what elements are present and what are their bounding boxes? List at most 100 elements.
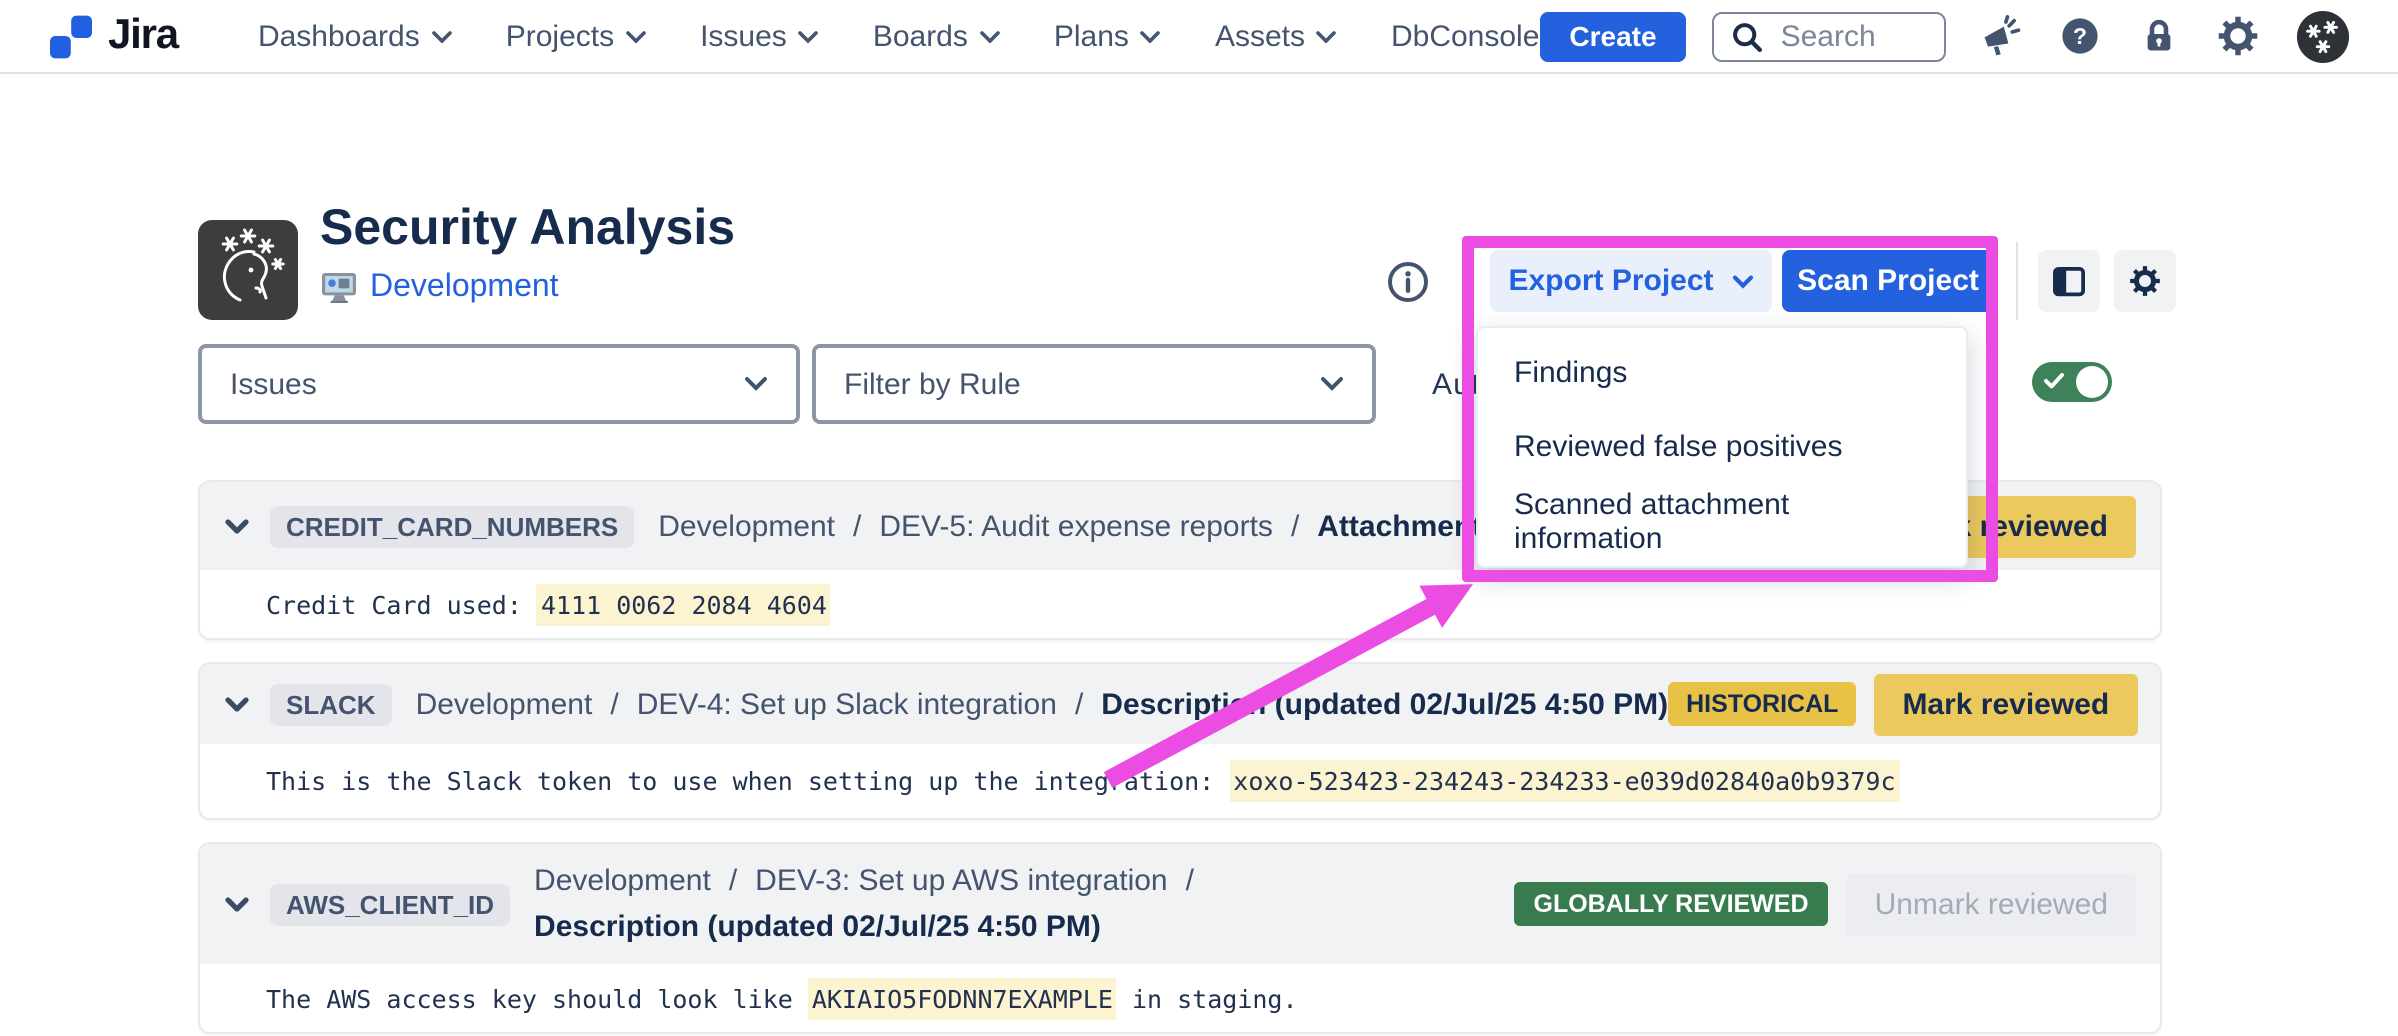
breadcrumb-issue: DEV-3: Set up AWS integration	[755, 864, 1167, 898]
auto-hide-reviewed-toggle[interactable]	[2032, 362, 2112, 402]
nav-item-dbconsole[interactable]: DbConsole	[1391, 19, 1539, 53]
chevron-down-icon	[1732, 273, 1754, 289]
finding-body: Credit Card used: 4111 0062 2084 4604	[200, 570, 2160, 638]
info-icon[interactable]	[1386, 260, 1430, 304]
search-box	[1713, 11, 1946, 61]
rule-filter-value: Filter by Rule	[844, 367, 1021, 401]
issues-select[interactable]: Issues	[198, 344, 800, 424]
sidebar-layout-icon	[2052, 265, 2086, 297]
breadcrumb: Development / DEV-3: Set up AWS integratio…	[534, 858, 1212, 950]
page-title: Security Analysis	[320, 200, 735, 258]
project-avatar	[198, 220, 298, 320]
export-project-button[interactable]: Export Project	[1490, 250, 1772, 312]
details-panel-button[interactable]	[2038, 250, 2100, 312]
breadcrumb-location: Description (updated 02/Jul/25 4:50 PM)	[534, 904, 1212, 950]
project-link[interactable]: Development	[370, 270, 559, 306]
breadcrumb-location: Description (updated 02/Jul/25 4:50 PM)	[1101, 687, 1668, 721]
export-menu-item-scanned-attachment-info[interactable]: Scanned attachment information	[1478, 484, 1966, 558]
monitor-icon	[320, 272, 358, 304]
nav-item-label: Assets	[1215, 19, 1305, 53]
nav-item-label: DbConsole	[1391, 19, 1539, 53]
breadcrumb-separator: /	[1075, 687, 1083, 721]
top-nav: Jira Dashboards Projects Issues Boards P…	[0, 0, 2398, 74]
finding-header: AWS_CLIENT_ID Development / DEV-3: Set up …	[200, 844, 2160, 964]
collapse-chevron-icon[interactable]	[224, 695, 250, 713]
collapse-chevron-icon[interactable]	[224, 517, 250, 535]
breadcrumb-project: Development	[534, 864, 711, 898]
rule-badge: AWS_CLIENT_ID	[270, 883, 510, 925]
user-avatar[interactable]	[2296, 9, 2350, 63]
rule-badge: CREDIT_CARD_NUMBERS	[270, 505, 634, 547]
jira-logo-icon	[48, 13, 94, 59]
globally-reviewed-badge: GLOBALLY REVIEWED	[1514, 882, 1829, 926]
finding-text: The AWS access key should look like	[266, 983, 808, 1013]
jira-logo-text: Jira	[108, 12, 178, 60]
finding-header: SLACK Development / DEV-4: Set up Slack in…	[200, 664, 2160, 744]
collapse-chevron-icon[interactable]	[224, 895, 250, 913]
breadcrumb-separator: /	[853, 509, 861, 543]
breadcrumb-separator: /	[1291, 509, 1299, 543]
breadcrumb-separator: /	[1186, 864, 1194, 898]
nav-item-label: Dashboards	[258, 19, 420, 53]
rule-filter-select[interactable]: Filter by Rule	[812, 344, 1376, 424]
nav-icon-group: ?	[1976, 9, 2350, 63]
nav-item-label: Boards	[873, 19, 968, 53]
page-settings-button[interactable]	[2114, 250, 2176, 312]
gear-icon[interactable]	[2216, 14, 2260, 58]
export-menu: Findings Reviewed false positives Scanne…	[1476, 326, 1968, 568]
nav-item-label: Plans	[1054, 19, 1129, 53]
finding-text: This is the Slack token to use when sett…	[266, 766, 1229, 796]
search-input[interactable]	[1777, 17, 1928, 55]
megaphone-icon[interactable]	[1976, 13, 2022, 59]
nav-item-dashboards[interactable]: Dashboards	[258, 19, 452, 53]
finding-body: The AWS access key should look like AKIA…	[200, 964, 2160, 1032]
finding-text: in staging.	[1117, 983, 1298, 1013]
jira-logo[interactable]: Jira	[48, 12, 178, 60]
breadcrumb-separator: /	[610, 687, 618, 721]
chevron-down-icon	[1141, 29, 1161, 43]
finding-row-aws: AWS_CLIENT_ID Development / DEV-3: Set up …	[198, 842, 2162, 1034]
breadcrumb-issue: DEV-5: Audit expense reports	[879, 509, 1273, 543]
secret-highlight: AKIAIO5FODNN7EXAMPLE	[808, 977, 1117, 1019]
help-icon[interactable]: ?	[2058, 14, 2102, 58]
nav-item-plans[interactable]: Plans	[1054, 19, 1161, 53]
jira-window: Jira Dashboards Projects Issues Boards P…	[0, 0, 2398, 1036]
breadcrumb-separator: /	[729, 864, 737, 898]
chevron-down-icon	[980, 29, 1000, 43]
issues-select-value: Issues	[230, 367, 317, 401]
nav-item-assets[interactable]: Assets	[1215, 19, 1337, 53]
finding-actions: HISTORICAL Mark reviewed	[1668, 673, 2137, 735]
breadcrumb-issue: DEV-4: Set up Slack integration	[637, 687, 1057, 721]
chevron-down-icon	[744, 376, 768, 392]
nav-item-label: Issues	[700, 19, 787, 53]
breadcrumb-project: Development	[416, 687, 593, 721]
svg-text:?: ?	[2073, 23, 2087, 49]
breadcrumb: Development / DEV-4: Set up Slack integrat…	[416, 681, 1669, 727]
gear-icon	[2128, 264, 2162, 298]
search-icon	[1731, 19, 1765, 53]
secret-highlight: xoxo-523423-234243-234233-e039d02840a0b9…	[1229, 760, 1899, 802]
create-button[interactable]: Create	[1539, 11, 1686, 61]
export-menu-item-findings[interactable]: Findings	[1478, 336, 1966, 410]
check-icon	[2044, 372, 2064, 390]
breadcrumb: Development/DEV-5: Audit expense reports…	[658, 503, 1573, 549]
chevron-down-icon	[432, 29, 452, 43]
lock-icon[interactable]	[2138, 15, 2180, 57]
toggle-knob	[2076, 366, 2108, 398]
nav-item-label: Projects	[506, 19, 614, 53]
chevron-down-icon	[626, 29, 646, 43]
mark-reviewed-button[interactable]: Mark reviewed	[1874, 673, 2137, 735]
rule-badge: SLACK	[270, 683, 392, 725]
scan-project-button[interactable]: Scan Project	[1782, 250, 1994, 312]
secret-highlight: 4111 0062 2084 4604	[537, 583, 831, 625]
divider	[1466, 242, 1468, 320]
export-menu-item-reviewed-false-positives[interactable]: Reviewed false positives	[1478, 410, 1966, 484]
chevron-down-icon	[799, 29, 819, 43]
nav-item-issues[interactable]: Issues	[700, 19, 819, 53]
nav-item-boards[interactable]: Boards	[873, 19, 1000, 53]
unmark-reviewed-button: Unmark reviewed	[1847, 873, 2136, 935]
finding-row-slack: SLACK Development / DEV-4: Set up Slack in…	[198, 662, 2162, 820]
historical-badge: HISTORICAL	[1668, 682, 1856, 726]
divider	[2016, 242, 2018, 320]
nav-item-projects[interactable]: Projects	[506, 19, 646, 53]
